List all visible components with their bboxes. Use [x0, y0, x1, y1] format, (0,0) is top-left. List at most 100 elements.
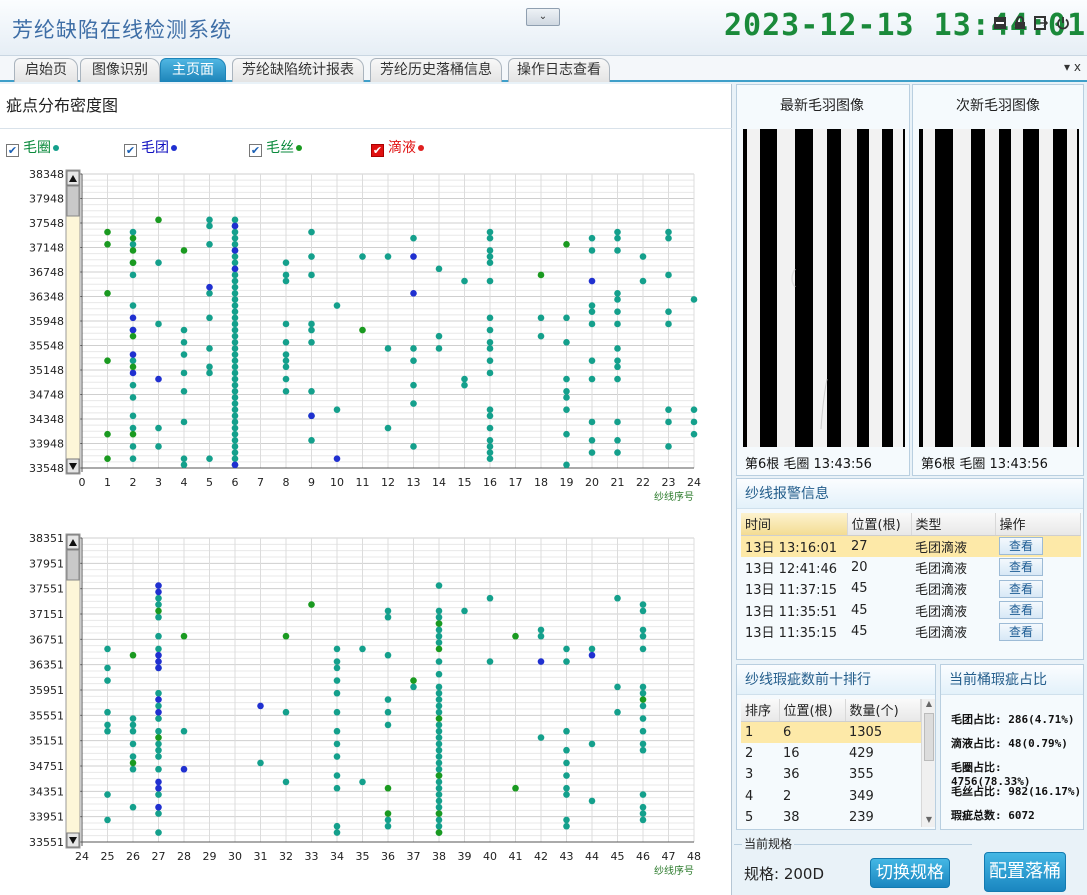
lock-icon[interactable] [1012, 16, 1028, 32]
data-point [614, 247, 621, 254]
table-row[interactable]: 13日 12:41:46 20 毛团滴液 查看 [741, 557, 1081, 579]
data-point [410, 677, 417, 684]
data-point [333, 784, 341, 792]
tab-start[interactable]: 启始页 [14, 58, 78, 82]
column-header[interactable]: 数量(个) [845, 699, 921, 722]
data-point [435, 784, 443, 792]
x-tick-label: 48 [687, 850, 701, 863]
data-point [435, 708, 443, 716]
data-point [435, 683, 443, 691]
data-point [282, 339, 290, 346]
data-point [563, 746, 570, 754]
legend-hair[interactable]: ✔ 毛丝 [249, 137, 302, 157]
tab-operation-log[interactable]: 操作日志查看 [508, 58, 610, 82]
scrollbar[interactable]: ▲ ▼ [921, 699, 935, 827]
data-point [486, 234, 494, 242]
x-tick-label: 14 [432, 476, 446, 489]
y-tick-label: 33951 [29, 811, 64, 824]
data-point [614, 449, 621, 456]
data-point [206, 283, 213, 291]
data-point [129, 302, 137, 309]
checkbox[interactable]: ✔ [249, 144, 262, 157]
legend-drip[interactable]: ✔ 滴液 [371, 137, 424, 157]
column-header[interactable]: 排序 [741, 699, 780, 722]
table-row[interactable]: 5 38 239 [741, 807, 921, 829]
data-point [333, 822, 341, 830]
data-point [155, 734, 162, 741]
view-button[interactable]: 查看 [999, 537, 1043, 555]
data-point [104, 430, 111, 438]
column-header[interactable]: 时间 [741, 513, 848, 536]
previous-yarn-image[interactable] [919, 129, 1079, 447]
data-point [282, 375, 290, 383]
table-row[interactable]: 4 2 349 [741, 786, 921, 808]
tab-main[interactable]: 主页面 [160, 58, 226, 82]
legend-loop[interactable]: ✔ 毛圈 [6, 137, 59, 157]
config-bucket-button[interactable]: 配置落桶 [984, 852, 1066, 892]
table-row[interactable]: 3 36 355 [741, 764, 921, 786]
data-point [588, 320, 596, 328]
x-tick-label: 44 [585, 850, 599, 863]
latest-yarn-image[interactable] [743, 129, 905, 447]
x-tick-label: 29 [203, 850, 217, 863]
tab-image-recognition[interactable]: 图像识别 [80, 58, 160, 82]
data-point [155, 424, 162, 432]
y-tick-label: 38351 [29, 532, 64, 545]
scroll-thumb [66, 185, 80, 217]
data-point [206, 455, 213, 462]
view-button[interactable]: 查看 [999, 622, 1043, 641]
legend-ball[interactable]: ✔ 毛团 [124, 137, 177, 157]
data-point [155, 664, 162, 672]
switch-spec-button[interactable]: 切换规格 [870, 858, 950, 888]
exit-icon[interactable] [1033, 16, 1049, 32]
data-point [639, 727, 647, 735]
data-point [282, 363, 290, 371]
view-button[interactable]: 查看 [999, 558, 1043, 577]
view-button[interactable]: 查看 [999, 601, 1043, 620]
tab-tools[interactable]: ▾ x [1064, 60, 1081, 74]
data-point [308, 271, 315, 279]
table-row[interactable]: 13日 13:16:01 27 毛团滴液 查看 [741, 535, 1081, 557]
column-header[interactable]: 类型 [911, 513, 996, 536]
data-point [257, 702, 264, 710]
power-icon[interactable] [1055, 16, 1071, 32]
data-point [282, 259, 290, 266]
collapse-button[interactable]: ⌄ [526, 8, 560, 26]
latest-image-title: 最新毛羽图像 [780, 98, 864, 114]
table-row[interactable]: 2 16 429 [741, 743, 921, 765]
view-button[interactable]: 查看 [999, 579, 1043, 598]
checkbox[interactable]: ✔ [124, 144, 137, 157]
data-point [231, 351, 239, 358]
x-tick-label: 11 [356, 476, 370, 489]
minimize-icon[interactable] [992, 16, 1008, 32]
table-row[interactable]: 1 6 1305 [741, 721, 921, 743]
data-point [384, 345, 392, 352]
data-point [155, 740, 162, 748]
tab-history[interactable]: 芳纶历史落桶信息 [370, 58, 502, 82]
column-header[interactable]: 位置(根) [779, 699, 846, 722]
column-header[interactable]: 操作 [995, 513, 1081, 536]
data-point [333, 658, 341, 665]
column-header[interactable]: 位置(根) [847, 513, 912, 536]
data-point [639, 810, 647, 817]
data-point [308, 412, 315, 420]
table-row[interactable]: 13日 11:37:15 45 毛团滴液 查看 [741, 578, 1081, 600]
data-point [614, 234, 621, 242]
rank: 1 [741, 721, 779, 743]
data-point [129, 381, 137, 389]
ratio-title: 当前桶瑕疵占比 [941, 665, 1083, 695]
data-point [155, 689, 162, 697]
data-point [282, 277, 290, 285]
data-point [231, 265, 239, 273]
checkbox[interactable]: ✔ [6, 144, 19, 157]
tab-defect-report[interactable]: 芳纶缺陷统计报表 [232, 58, 364, 82]
checkbox[interactable]: ✔ [371, 144, 384, 157]
data-point [359, 778, 366, 786]
data-point [231, 326, 239, 334]
data-point [231, 388, 239, 395]
x-tick-label: 37 [407, 850, 421, 863]
table-row[interactable]: 13日 11:35:15 45 毛团滴液 查看 [741, 621, 1081, 643]
data-point [563, 658, 570, 665]
y-tick-label: 33548 [29, 462, 64, 475]
table-row[interactable]: 13日 11:35:51 45 毛团滴液 查看 [741, 600, 1081, 622]
